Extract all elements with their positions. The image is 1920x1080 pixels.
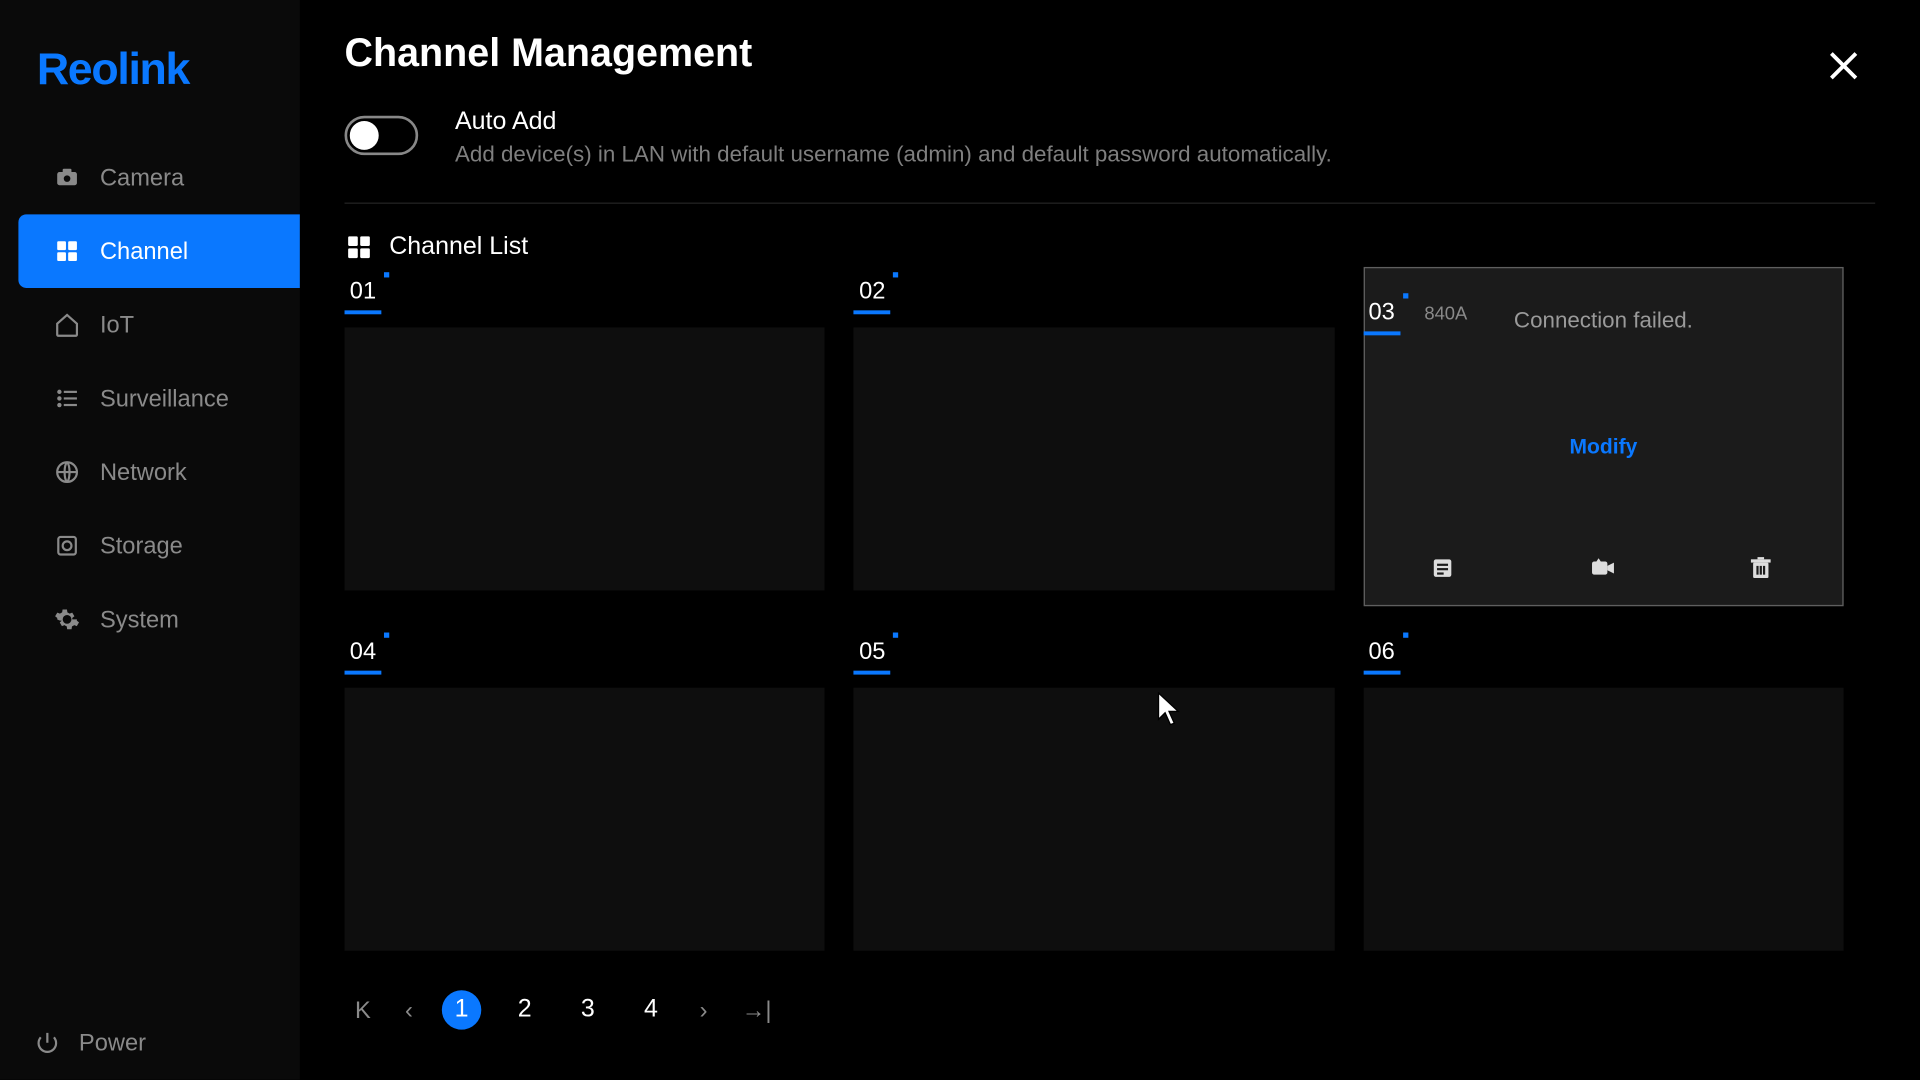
- page-next[interactable]: ›: [694, 991, 712, 1029]
- channel-number: 04: [345, 635, 382, 674]
- page-prev[interactable]: ‹: [400, 991, 418, 1029]
- autoadd-title: Auto Add: [455, 108, 1332, 137]
- sidebar-item-label: System: [100, 606, 179, 634]
- sidebar-item-iot[interactable]: IoT: [18, 288, 299, 362]
- sidebar-item-label: Channel: [100, 237, 188, 265]
- sidebar-item-network[interactable]: Network: [18, 435, 299, 509]
- power-label: Power: [79, 1029, 146, 1057]
- disk-icon: [53, 531, 82, 560]
- sidebar: Reolink Camera Channel IoT: [0, 0, 300, 1080]
- channel-list-label: Channel List: [389, 233, 528, 262]
- channel-number: 02: [854, 275, 891, 314]
- sidebar-item-label: Network: [100, 458, 187, 486]
- camera-icon: [53, 163, 82, 192]
- page-number[interactable]: 2: [505, 990, 544, 1029]
- channel-cell[interactable]: 06: [1363, 635, 1843, 951]
- sidebar-item-storage[interactable]: Storage: [18, 509, 299, 583]
- sidebar-item-label: Camera: [100, 164, 184, 192]
- autoadd-description: Add device(s) in LAN with default userna…: [455, 142, 1332, 168]
- channel-device-name: 840A: [1424, 302, 1467, 323]
- grid-icon: [345, 233, 374, 262]
- channel-number: 06: [1363, 635, 1400, 674]
- home-icon: [53, 310, 82, 339]
- channel-list-header: Channel List: [345, 233, 1876, 262]
- autoadd-toggle[interactable]: [345, 116, 419, 155]
- page-number[interactable]: 4: [631, 990, 670, 1029]
- close-button[interactable]: [1825, 47, 1864, 86]
- sidebar-item-label: IoT: [100, 311, 134, 339]
- delete-icon[interactable]: [1748, 555, 1777, 584]
- toggle-knob: [350, 121, 379, 150]
- sidebar-item-camera[interactable]: Camera: [18, 141, 299, 215]
- sidebar-item-label: Storage: [100, 532, 183, 560]
- channel-number: 05: [854, 635, 891, 674]
- channel-cell[interactable]: 01: [345, 275, 825, 606]
- power-button[interactable]: Power: [0, 1006, 300, 1080]
- channel-cell[interactable]: 05: [854, 635, 1334, 951]
- details-icon[interactable]: [1430, 555, 1459, 584]
- sidebar-item-surveillance[interactable]: Surveillance: [18, 362, 299, 436]
- sidebar-item-channel[interactable]: Channel: [18, 214, 299, 288]
- channel-cell-active[interactable]: 03 840A Connection failed. Modify: [1363, 275, 1843, 606]
- autoadd-row: Auto Add Add device(s) in LAN with defau…: [345, 108, 1876, 204]
- channel-number: 03: [1363, 296, 1400, 335]
- gear-icon: [53, 605, 82, 634]
- channel-number: 01: [345, 275, 382, 314]
- nav: Camera Channel IoT Surveillance: [0, 128, 300, 1006]
- pagination: K ‹ 1 2 3 4 › →|: [345, 990, 1876, 1029]
- page-number[interactable]: 3: [568, 990, 607, 1029]
- main: Channel Management Auto Add Add device(s…: [300, 0, 1920, 1080]
- channel-cell[interactable]: 04: [345, 635, 825, 951]
- globe-icon: [53, 458, 82, 487]
- page-title: Channel Management: [345, 32, 1876, 77]
- camera-action-icon[interactable]: [1589, 555, 1618, 584]
- power-icon: [34, 1030, 60, 1056]
- channel-preview: [854, 327, 1334, 590]
- modify-button[interactable]: Modify: [1365, 437, 1843, 461]
- channel-cell[interactable]: 02: [854, 275, 1334, 606]
- channel-preview: [1363, 688, 1843, 951]
- sidebar-item-label: Surveillance: [100, 385, 229, 413]
- page-first[interactable]: K: [350, 991, 376, 1029]
- channel-grid: 01 02 03 840A Connection failed. Modify: [345, 275, 1844, 951]
- channel-preview: [345, 688, 825, 951]
- sidebar-item-system[interactable]: System: [18, 583, 299, 657]
- channel-preview: [345, 327, 825, 590]
- page-last[interactable]: →|: [736, 991, 776, 1029]
- page-number[interactable]: 1: [442, 990, 481, 1029]
- list-icon: [53, 384, 82, 413]
- channel-preview: [854, 688, 1334, 951]
- grid-icon: [53, 237, 82, 266]
- brand-logo: Reolink: [0, 0, 300, 128]
